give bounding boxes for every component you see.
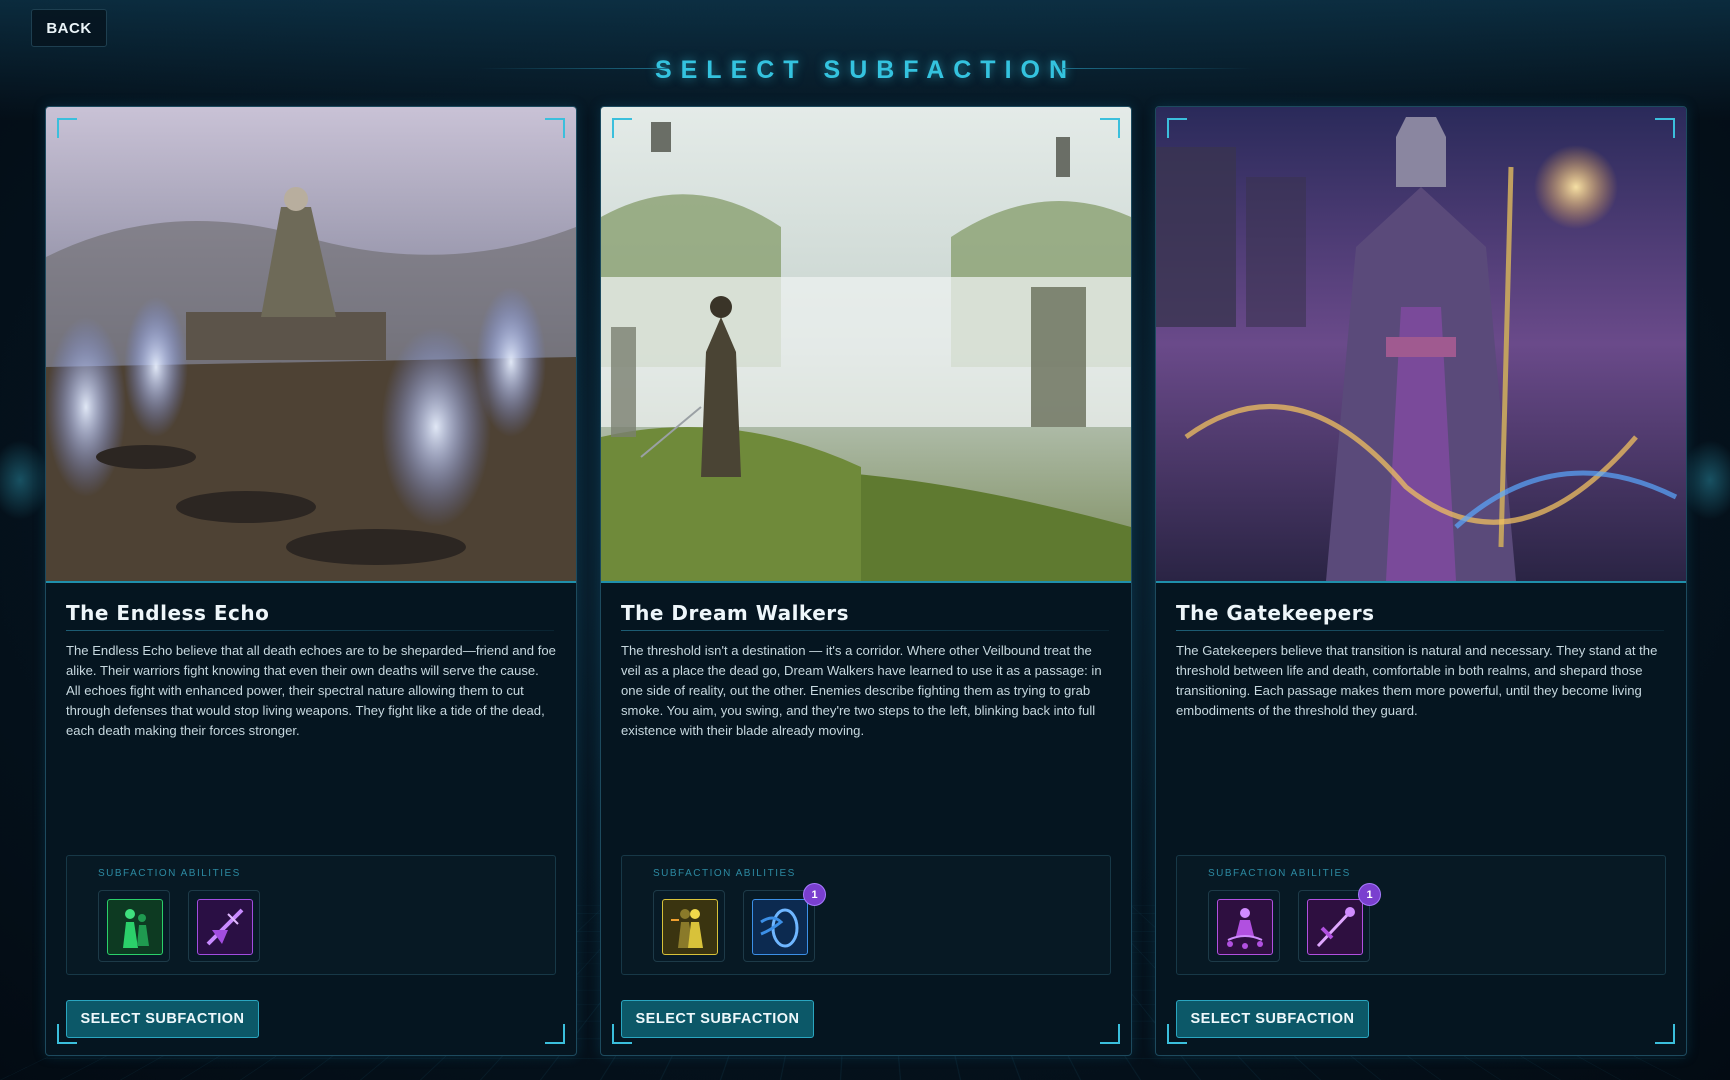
ability-slot[interactable] (653, 890, 725, 962)
background-right-glow (1680, 440, 1730, 520)
card-description: The Gatekeepers believe that transition … (1176, 643, 1658, 718)
corner-accent (612, 118, 632, 138)
subfaction-card-dream-walkers[interactable]: The Dream Walkers The threshold isn't a … (600, 106, 1132, 1056)
ability-slot[interactable] (1208, 890, 1280, 962)
abilities-label: SUBFACTION ABILITIES (653, 868, 796, 879)
green-ghost-figures-icon (107, 899, 163, 955)
card-title: The Gatekeepers (1176, 601, 1375, 625)
divider (621, 630, 1109, 631)
corner-accent (57, 118, 77, 138)
card-description: The Endless Echo believe that all death … (66, 643, 556, 738)
page-title: SELECT SUBFACTION (654, 55, 1077, 84)
yellow-shadow-step-icon (662, 899, 718, 955)
corner-accent (1167, 118, 1187, 138)
corner-accent (1655, 1024, 1675, 1044)
corner-accent (1100, 118, 1120, 138)
select-subfaction-button[interactable]: SELECT SUBFACTION (66, 1000, 259, 1038)
corner-accent (1100, 1024, 1120, 1044)
corner-accent (545, 118, 565, 138)
select-subfaction-button[interactable]: SELECT SUBFACTION (621, 1000, 814, 1038)
card-description: The threshold isn't a destination — it's… (621, 643, 1102, 738)
ability-badge: 1 (803, 883, 826, 906)
blue-portal-icon (752, 899, 808, 955)
corner-accent (545, 1024, 565, 1044)
abilities-panel: SUBFACTION ABILITIES 1 (1176, 855, 1666, 975)
abilities-label: SUBFACTION ABILITIES (98, 868, 241, 879)
card-title: The Endless Echo (66, 601, 270, 625)
back-button[interactable]: BACK (31, 9, 107, 47)
ability-slot[interactable] (188, 890, 260, 962)
ability-slot[interactable]: 1 (1298, 883, 1381, 962)
card-artwork (601, 107, 1131, 583)
abilities-label: SUBFACTION ABILITIES (1208, 868, 1351, 879)
background-left-glow (0, 440, 50, 520)
subfaction-card-endless-echo[interactable]: The Endless Echo The Endless Echo believ… (45, 106, 577, 1056)
card-artwork (46, 107, 576, 583)
ability-slot[interactable]: 1 (743, 883, 826, 962)
purple-meditating-figure-icon (1217, 899, 1273, 955)
ability-slot[interactable] (98, 890, 170, 962)
purple-spectral-blade-icon (197, 899, 253, 955)
abilities-panel: SUBFACTION ABILITIES 1 (621, 855, 1111, 975)
select-subfaction-button[interactable]: SELECT SUBFACTION (1176, 1000, 1369, 1038)
ability-badge: 1 (1358, 883, 1381, 906)
purple-staff-strike-icon (1307, 899, 1363, 955)
title-bar: SELECT SUBFACTION (478, 48, 1253, 92)
corner-accent (1655, 118, 1675, 138)
divider (66, 630, 554, 631)
card-artwork (1156, 107, 1686, 583)
card-title: The Dream Walkers (621, 601, 850, 625)
subfaction-card-gatekeepers[interactable]: The Gatekeepers The Gatekeepers believe … (1155, 106, 1687, 1056)
title-divider-left (478, 68, 668, 69)
abilities-panel: SUBFACTION ABILITIES (66, 855, 556, 975)
title-divider-right (1063, 68, 1253, 69)
divider (1176, 630, 1664, 631)
